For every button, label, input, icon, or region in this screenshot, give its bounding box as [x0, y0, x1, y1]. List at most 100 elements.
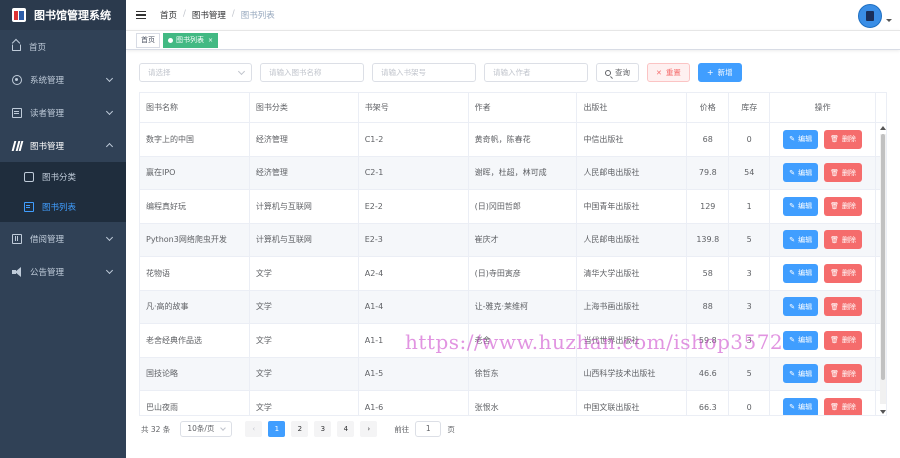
row-actions: ✎ 编辑 🗑 删除: [770, 223, 877, 256]
next-page-button[interactable]: ›: [360, 421, 378, 437]
row-actions: ✎ 编辑 🗑 删除: [770, 190, 877, 223]
chevron-down-icon: [105, 233, 114, 242]
table-cell: 139.8: [687, 223, 730, 256]
logo[interactable]: 图书馆管理系统: [0, 0, 126, 30]
category-icon: [24, 172, 34, 182]
row-actions: ✎ 编辑 🗑 删除: [770, 357, 877, 390]
table-cell: 人民邮电出版社: [577, 223, 688, 256]
table-row[interactable]: Python3网络爬虫开发 计算机与互联网 E2-3 崔庆才 人民邮电出版社 139.8 5…: [140, 223, 886, 257]
author-input[interactable]: 请输入作者: [484, 63, 588, 82]
close-icon[interactable]: ×: [208, 34, 213, 47]
edit-button[interactable]: ✎ 编辑: [783, 196, 819, 216]
scrollbar-thumb[interactable]: [881, 134, 885, 380]
table-row[interactable]: 花物语 文学 A2-4 (日)寺田寅彦 清华大学出版社 58 3 ✎ 编辑 🗑 删除: [140, 257, 886, 291]
delete-button[interactable]: 🗑 删除: [824, 196, 862, 216]
edit-button[interactable]: ✎ 编辑: [783, 163, 819, 183]
hamburger-icon[interactable]: [136, 11, 146, 19]
tags-view: 首页 图书列表 ×: [126, 30, 900, 50]
sidebar-item-book-list[interactable]: 图书列表: [0, 192, 126, 222]
row-actions: ✎ 编辑 🗑 删除: [770, 257, 877, 290]
table-cell: 老舍: [469, 324, 578, 357]
shelf-input[interactable]: 请输入书架号: [372, 63, 476, 82]
edit-button[interactable]: ✎ 编辑: [783, 397, 819, 415]
sidebar-item-book-category[interactable]: 图书分类: [0, 162, 126, 192]
book-icon: [12, 141, 22, 151]
trash-icon: 🗑: [830, 302, 839, 311]
table-row[interactable]: 赢在IPO 经济管理 C2-1 谢晖，杜超，林可成 人民邮电出版社 79.8 54 ✎ 编辑 🗑 删…: [140, 156, 886, 190]
sidebar-item-readers[interactable]: 读者管理: [0, 96, 126, 129]
delete-button[interactable]: 🗑 删除: [824, 230, 862, 250]
sidebar-item-system[interactable]: 系统管理: [0, 63, 126, 96]
table-scrollbar[interactable]: [879, 122, 887, 416]
table-row[interactable]: 编程真好玩 计算机与互联网 E2-2 (日)冈田哲郎 中国青年出版社 129 1 ✎ 编辑 🗑 删除: [140, 190, 886, 224]
edit-button[interactable]: ✎ 编辑: [783, 297, 819, 317]
page-button[interactable]: 4: [337, 421, 355, 437]
add-button-label: 新增: [717, 68, 733, 77]
edit-icon: ✎: [789, 369, 796, 378]
prev-page-button[interactable]: ‹: [245, 421, 263, 437]
pagination: 共 32 条 10条/页 ‹ 1 2 3 4 › 前往 1 页: [141, 421, 455, 437]
table-cell: 凡·高的故事: [140, 290, 250, 323]
table-body: 数字上的中国 经济管理 C1-2 黄奇帆，陈春花 中信出版社 68 0 ✎ 编辑 🗑 删除 赢在IPO…: [140, 123, 886, 415]
table-cell: 让-雅克·莱维柯: [469, 290, 578, 323]
sidebar-item-books[interactable]: 图书管理: [0, 129, 126, 162]
delete-button[interactable]: 🗑 删除: [824, 163, 862, 183]
page-button[interactable]: 2: [291, 421, 309, 437]
table-cell: 54: [729, 156, 771, 189]
page-button[interactable]: 3: [314, 421, 332, 437]
table-row[interactable]: 数字上的中国 经济管理 C1-2 黄奇帆，陈春花 中信出版社 68 0 ✎ 编辑 🗑 删除: [140, 123, 886, 157]
edit-button[interactable]: ✎ 编辑: [783, 364, 819, 384]
add-button[interactable]: + 新增: [697, 63, 742, 82]
edit-button[interactable]: ✎ 编辑: [783, 230, 819, 250]
scroll-down-icon[interactable]: [880, 410, 886, 414]
edit-icon: ✎: [789, 269, 796, 278]
header-cell: 出版社: [577, 93, 688, 122]
delete-button[interactable]: 🗑 删除: [824, 330, 862, 350]
sidebar-item-label: 图书分类: [42, 173, 77, 183]
reset-button[interactable]: ✕ 重置: [647, 63, 690, 82]
page-size-select[interactable]: 10条/页: [180, 421, 233, 437]
table-cell: 3: [729, 324, 771, 357]
goto-page: 前往 1 页: [394, 421, 455, 437]
table-row[interactable]: 老舍经典作品选 文学 A1-1 老舍 当代世界出版社 59.8 3 ✎ 编辑 🗑 删除: [140, 324, 886, 358]
goto-suffix: 页: [447, 424, 455, 434]
delete-button[interactable]: 🗑 删除: [824, 263, 862, 283]
search-button[interactable]: 查询: [596, 63, 639, 82]
category-select[interactable]: 请选择: [139, 63, 252, 82]
sidebar-item-label: 图书管理: [30, 141, 65, 152]
sidebar-item-label: 图书列表: [42, 203, 77, 213]
table-row[interactable]: 国技论略 文学 A1-5 徐哲东 山西科学技术出版社 46.6 5 ✎ 编辑 🗑 删除: [140, 357, 886, 391]
edit-button[interactable]: ✎ 编辑: [783, 129, 819, 149]
delete-button[interactable]: 🗑 删除: [824, 297, 862, 317]
goto-page-input[interactable]: 1: [415, 421, 442, 437]
page-button[interactable]: 1: [268, 421, 286, 437]
tag-book-list[interactable]: 图书列表 ×: [163, 32, 219, 48]
sidebar-item-notice[interactable]: 公告管理: [0, 255, 126, 288]
edit-button[interactable]: ✎ 编辑: [783, 263, 819, 283]
table-cell: 文学: [250, 357, 359, 390]
table-row[interactable]: 凡·高的故事 文学 A1-4 让-雅克·莱维柯 上海书画出版社 88 3 ✎ 编辑 🗑 删除: [140, 290, 886, 324]
sidebar-item-home[interactable]: 首页: [0, 30, 126, 63]
table-cell: 88: [687, 290, 730, 323]
table-cell: 79.8: [687, 156, 730, 189]
edit-icon: ✎: [789, 168, 796, 177]
table-cell: 计算机与互联网: [250, 223, 359, 256]
breadcrumb-item[interactable]: 首页: [160, 9, 177, 21]
delete-button-label: 删除: [841, 135, 856, 144]
edit-button[interactable]: ✎ 编辑: [783, 330, 819, 350]
user-avatar[interactable]: [858, 4, 882, 28]
goto-prefix: 前往: [394, 424, 410, 434]
delete-button[interactable]: 🗑 删除: [824, 397, 862, 415]
delete-button[interactable]: 🗑 删除: [824, 364, 862, 384]
tag-home[interactable]: 首页: [136, 32, 160, 48]
caret-down-icon[interactable]: [886, 19, 892, 22]
table-cell: A1-5: [359, 357, 469, 390]
sidebar-item-borrow[interactable]: 借阅管理: [0, 222, 126, 255]
scroll-up-icon[interactable]: [880, 126, 886, 130]
table-row[interactable]: 巴山夜雨 文学 A1-6 张恨水 中国文联出版社 66.3 0 ✎ 编辑 🗑 删除: [140, 391, 886, 415]
book-name-input[interactable]: 请输入图书名称: [260, 63, 364, 82]
table-cell: 0: [729, 123, 771, 156]
breadcrumb-item[interactable]: 图书管理: [192, 9, 226, 21]
header-cell: 库存: [729, 93, 771, 122]
delete-button[interactable]: 🗑 删除: [824, 129, 862, 149]
